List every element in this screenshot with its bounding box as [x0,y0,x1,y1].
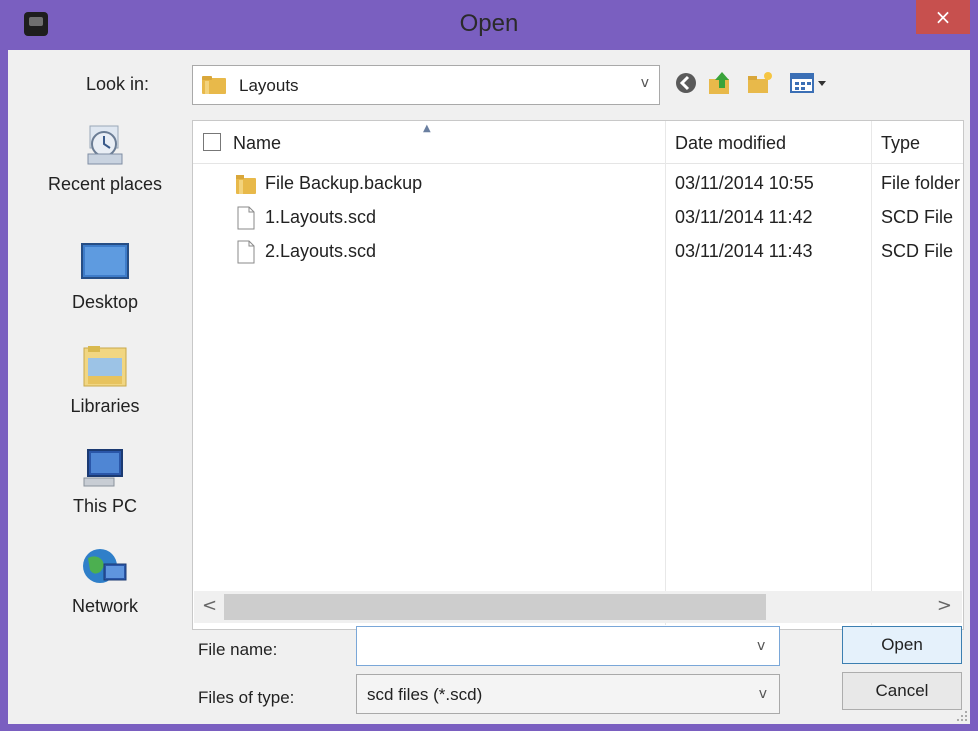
look-in-value: Layouts [239,76,299,95]
this-pc-icon [83,449,123,487]
place-label: Libraries [70,396,140,416]
column-header-row: Name ▲ Date modified Type [193,121,963,164]
place-label: Desktop [71,292,139,312]
scroll-left-arrow[interactable]: < [202,595,217,616]
recent-places-icon [87,125,123,165]
chevron-down-icon[interactable]: v [759,686,767,702]
look-in-combobox[interactable]: Layouts v [192,65,660,105]
table-row[interactable]: File Backup.backup 03/11/2014 10:55 File… [193,167,963,201]
file-type: SCD File [881,241,954,261]
file-type-value: scd files (*.scd) [367,685,483,704]
file-date: 03/11/2014 10:55 [675,173,814,193]
files-of-type-label: Files of type: [198,688,295,707]
file-type: File folder [881,173,961,193]
folder-icon [236,175,256,194]
folder-icon [202,76,226,94]
open-dialog: Open × Look in: Layouts v Recent places … [0,0,978,731]
up-folder-icon[interactable] [706,68,734,98]
desktop-icon [81,243,129,279]
file-name: 1.Layouts.scd [265,207,377,227]
place-desktop[interactable]: Desktop [20,240,190,313]
file-name-label: File name: [198,640,278,659]
file-icon [237,240,255,264]
dialog-body: Look in: Layouts v Recent places Desktop… [8,50,970,724]
place-label: This PC [72,496,137,516]
libraries-icon [83,346,127,387]
file-icon [237,206,255,230]
place-label: Network [71,596,138,616]
select-all-checkbox[interactable] [203,133,221,151]
table-row[interactable]: 2.Layouts.scd 03/11/2014 11:43 SCD File [193,235,963,269]
resize-grip-icon[interactable] [956,710,968,722]
file-name: File Backup.backup [265,173,423,193]
file-name: 2.Layouts.scd [265,241,377,261]
back-icon[interactable] [672,68,700,98]
column-header-date[interactable]: Date modified [675,133,786,154]
places-bar: Recent places Desktop Libraries This PC … [20,122,190,710]
scrollbar-thumb[interactable] [224,594,766,620]
column-header-type[interactable]: Type [881,133,920,154]
file-date: 03/11/2014 11:43 [675,241,813,261]
column-header-name[interactable]: Name [233,133,281,154]
scroll-right-arrow[interactable]: > [937,595,952,616]
file-type-select[interactable]: scd files (*.scd) v [356,674,780,714]
window-title: Open [459,10,519,37]
look-in-label: Look in: [86,74,150,94]
cancel-button[interactable]: Cancel [842,672,962,710]
file-type: SCD File [881,207,954,227]
title-bar[interactable]: Open × [0,0,978,50]
place-label: Recent places [47,174,163,194]
file-name-input[interactable] [356,626,780,666]
close-button[interactable]: × [916,0,970,34]
file-list[interactable]: Name ▲ Date modified Type File Backup.ba… [192,120,964,630]
place-network[interactable]: Network [20,544,190,617]
place-this-pc[interactable]: This PC [20,444,190,517]
view-menu-icon[interactable] [788,68,834,98]
horizontal-scrollbar[interactable]: < > [194,591,962,623]
open-button[interactable]: Open [842,626,962,664]
file-date: 03/11/2014 11:42 [675,207,813,227]
chevron-down-icon[interactable]: v [641,75,649,91]
new-folder-icon[interactable] [746,68,774,98]
network-icon [83,549,127,583]
place-libraries[interactable]: Libraries [20,344,190,417]
table-row[interactable]: 1.Layouts.scd 03/11/2014 11:42 SCD File [193,201,963,235]
chevron-down-icon[interactable]: v [757,638,765,654]
sort-ascending-icon: ▲ [423,123,431,134]
place-recent-places[interactable]: Recent places [20,122,190,195]
